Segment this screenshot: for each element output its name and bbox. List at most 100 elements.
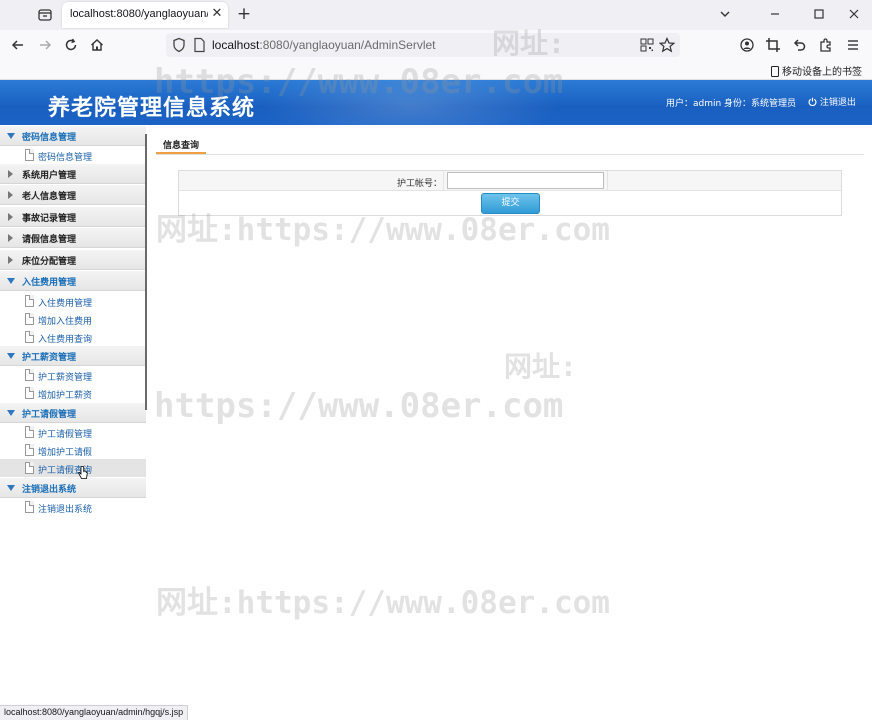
sidebar-item-label: 入住费用管理 (38, 299, 93, 309)
new-tab-icon[interactable]: + (236, 5, 252, 23)
menu-icon[interactable] (844, 36, 862, 54)
user-info: 用户：admin 身份：系统管理员 (666, 99, 797, 109)
forward-icon[interactable] (36, 36, 54, 54)
reload-icon[interactable] (62, 36, 80, 54)
document-icon (25, 462, 34, 474)
tab-label: 信息查询 (163, 141, 200, 151)
browser-navbar: localhost:8080/yanglaoyuan/AdminServlet (0, 30, 872, 60)
sidebar-item-nurse-leave-manage[interactable]: 护工请假管理 (0, 423, 146, 441)
page-info-icon[interactable] (192, 37, 206, 56)
url-text[interactable]: localhost:8080/yanglaoyuan/AdminServlet (212, 38, 436, 52)
sidebar-item-label: 护工请假管理 (38, 430, 93, 440)
watermark-4: 网址: (504, 350, 577, 383)
sidebar-group-leave[interactable]: 请假信息管理 (0, 228, 146, 248)
sidebar-group-beds[interactable]: 床位分配管理 (0, 250, 146, 270)
sidebar-item-nurse-leave-query[interactable]: 护工请假查询 (0, 459, 146, 477)
url-bar[interactable]: localhost:8080/yanglaoyuan/AdminServlet (166, 33, 680, 57)
sidebar-scrollbar[interactable] (145, 134, 147, 410)
document-icon (25, 149, 34, 161)
url-path: :8080/yanglaoyuan/AdminServlet (259, 38, 436, 52)
caret-down-icon (7, 278, 15, 284)
tab-info-query[interactable]: 信息查询 (156, 134, 206, 154)
home-icon[interactable] (88, 36, 106, 54)
sidebar-group-label: 密码信息管理 (22, 133, 77, 143)
chevron-down-icon[interactable] (716, 5, 734, 23)
app-title: 养老院管理信息系统 (48, 96, 256, 121)
sidebar-item-nurse-leave-add[interactable]: 增加护工请假 (0, 441, 146, 459)
tab-title: localhost:8080/yanglaoyuan/AdminServlet (70, 8, 208, 20)
sidebar-group-label: 床位分配管理 (22, 257, 77, 267)
document-icon (25, 331, 34, 343)
sidebar-item-password-manage[interactable]: 密码信息管理 (0, 146, 146, 164)
tab-divider (156, 154, 864, 155)
sidebar-group-logout[interactable]: 注销退出系统 (0, 478, 146, 498)
nurse-account-input[interactable] (447, 172, 604, 189)
sidebar-item-fees-add[interactable]: 增加入住费用 (0, 310, 146, 328)
hand-cursor-icon (78, 466, 88, 480)
power-icon (808, 97, 817, 107)
sidebar-group-fees[interactable]: 入住费用管理 (0, 271, 146, 291)
document-icon (25, 369, 34, 381)
caret-right-icon (8, 170, 13, 178)
browser-tab[interactable]: localhost:8080/yanglaoyuan/AdminServlet … (62, 2, 228, 28)
status-bar: localhost:8080/yanglaoyuan/admin/hgqj/s.… (0, 705, 189, 720)
sidebar-item-label: 入住费用查询 (38, 335, 93, 345)
mobile-device-icon (770, 66, 779, 77)
sidebar-group-label: 请假信息管理 (22, 235, 77, 245)
sidebar-item-fees-manage[interactable]: 入住费用管理 (0, 292, 146, 310)
logout-link[interactable]: 注销退出 (808, 95, 856, 108)
sidebar-item-logout-system[interactable]: 注销退出系统 (0, 498, 146, 516)
sidebar-item-label: 注销退出系统 (38, 505, 93, 515)
submit-button[interactable]: 提交 (481, 193, 540, 214)
form-row: 护工帐号： (179, 171, 841, 191)
watermark-6: 网址:https://www.08er.com (156, 585, 610, 621)
caret-right-icon (8, 234, 13, 242)
sidebar-group-nurse-leave[interactable]: 护工请假管理 (0, 403, 146, 423)
crop-icon[interactable] (764, 36, 782, 54)
extensions-icon[interactable] (817, 36, 835, 54)
document-icon (25, 295, 34, 307)
sidebar-group-label: 入住费用管理 (22, 278, 77, 288)
caret-right-icon (8, 256, 13, 264)
account-icon[interactable] (738, 36, 756, 54)
tab-list-icon[interactable] (36, 6, 54, 24)
document-icon (25, 426, 34, 438)
cell-divider (607, 171, 608, 191)
sidebar-group-elderly[interactable]: 老人信息管理 (0, 185, 146, 205)
cell-divider (443, 171, 444, 191)
header-shine (260, 80, 560, 125)
logout-label: 注销退出 (819, 98, 856, 108)
window-close-icon[interactable] (845, 5, 863, 23)
sidebar-item-label: 护工薪资管理 (38, 373, 93, 383)
bookmark-star-icon[interactable] (658, 37, 676, 56)
mobile-bookmarks-label: 移动设备上的书签 (782, 67, 862, 78)
sidebar-group-system-users[interactable]: 系统用户管理 (0, 164, 146, 184)
sidebar-item-label: 增加护工薪资 (38, 391, 93, 401)
sidebar-item-fees-query[interactable]: 入住费用查询 (0, 328, 146, 346)
qr-code-icon[interactable] (640, 38, 654, 55)
sidebar-group-incidents[interactable]: 事故记录管理 (0, 207, 146, 227)
shield-icon[interactable] (172, 37, 186, 56)
sidebar-item-salary-manage[interactable]: 护工薪资管理 (0, 366, 146, 384)
maximize-icon[interactable] (810, 5, 828, 23)
caret-down-icon (7, 353, 15, 359)
back-icon[interactable] (9, 36, 27, 54)
caret-down-icon (7, 410, 15, 416)
document-icon (25, 444, 34, 456)
sidebar-group-label: 老人信息管理 (22, 192, 77, 202)
url-host: localhost (212, 38, 260, 52)
document-icon (25, 387, 34, 399)
sidebar-group-label: 注销退出系统 (22, 485, 77, 495)
sidebar-item-label: 增加入住费用 (38, 317, 93, 327)
sidebar-group-password[interactable]: 密码信息管理 (0, 126, 146, 146)
bookmarks-bar: 移动设备上的书签 (0, 60, 872, 80)
sidebar-group-salary[interactable]: 护工薪资管理 (0, 346, 146, 366)
sidebar-item-salary-add[interactable]: 增加护工薪资 (0, 384, 146, 402)
sidebar-item-label: 增加护工请假 (38, 448, 93, 458)
caret-down-icon (7, 485, 15, 491)
watermark-5: https://www.08er.com (154, 386, 564, 426)
minimize-icon[interactable] (766, 5, 784, 23)
undo-icon[interactable] (790, 36, 808, 54)
mobile-bookmarks-link[interactable]: 移动设备上的书签 (770, 63, 862, 78)
close-icon[interactable]: ✕ (210, 7, 224, 21)
